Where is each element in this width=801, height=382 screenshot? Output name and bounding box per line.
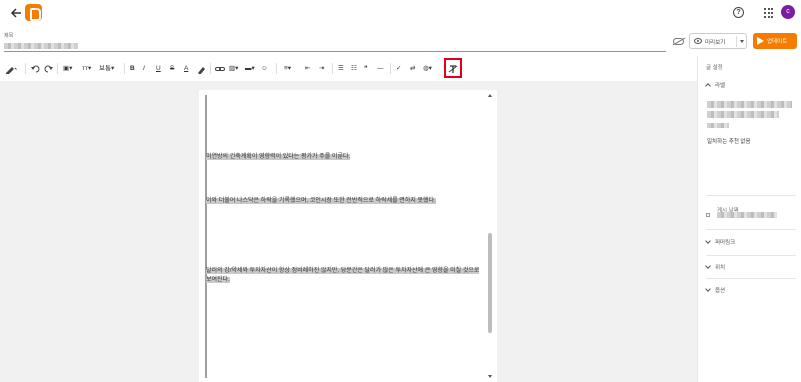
toolbar-divider xyxy=(124,63,125,74)
align-icon[interactable]: ≡▾ xyxy=(284,64,291,74)
toolbar-divider xyxy=(276,63,277,74)
toolbar-divider xyxy=(57,63,58,74)
italic-button[interactable]: I xyxy=(143,64,145,74)
back-arrow-icon[interactable] xyxy=(10,7,22,19)
font-dropdown[interactable]: 보통▾ xyxy=(99,64,121,74)
options-label: 옵션 xyxy=(715,288,726,294)
font-size-icon[interactable]: ᴛᴛ▾ xyxy=(82,64,94,74)
preview-dropdown-icon[interactable] xyxy=(740,40,744,43)
toolbar-divider xyxy=(390,63,391,74)
update-label: 업데이트 xyxy=(767,39,788,45)
preview-divider xyxy=(736,36,737,47)
chevron-up-icon xyxy=(705,83,711,89)
underline-button[interactable]: U xyxy=(156,64,161,74)
no-match-suggestion: 일치하는 추천 없음 xyxy=(707,139,751,145)
chevron-down-icon xyxy=(705,263,711,269)
emoji-icon[interactable]: ☺ xyxy=(261,64,268,74)
post-settings-sidebar: 글 설정 라벨 일치하는 추천 없음 게시 날짜 퍼머링크 위치 옵션 xyxy=(697,56,801,382)
bold-button[interactable]: B xyxy=(130,64,135,74)
location-label: 위치 xyxy=(715,265,726,271)
editor-page[interactable] xyxy=(199,90,497,382)
cloud-off-icon xyxy=(673,38,684,45)
paragraph-2-text: 이와 더불어 나스닥은 하락을 기록했으며, 코인시장 또한 전반적으로 하락세… xyxy=(206,198,436,204)
toolbar-divider xyxy=(210,63,211,74)
permalink-label: 퍼머링크 xyxy=(715,240,736,246)
redacted-labels xyxy=(707,123,729,128)
toolbar-divider xyxy=(25,63,26,74)
sidebar-divider xyxy=(706,195,796,196)
user-avatar[interactable]: c xyxy=(781,5,795,19)
horizontal-line-icon[interactable]: — xyxy=(377,64,384,74)
font-label: 보통 xyxy=(99,65,111,72)
redacted-labels xyxy=(707,111,779,118)
indent-increase-icon[interactable]: ⇥ xyxy=(319,64,324,74)
sidebar-divider xyxy=(706,229,796,230)
paragraph-style-icon[interactable]: ▣▾ xyxy=(63,64,75,74)
send-icon xyxy=(757,37,764,45)
editor-toolbar: ▣▾ ᴛᴛ▾ 보통▾ B I U S A ▨▾ ▬▾ ☺ ≡▾ ⇤ ⇥ ☰ ☷ … xyxy=(0,59,697,79)
text-direction-icon[interactable]: ⇄ xyxy=(410,64,415,74)
paragraph-3[interactable]: 달러의 강/약세와 투자자산이 항상 정비례하진 않지만, 당분간은 달러가 많… xyxy=(206,267,484,285)
paragraph-1[interactable]: 미연방의 긴축계획이 영향력이 있다는 평가가 주를 이룬다. xyxy=(206,153,476,162)
eye-icon xyxy=(694,38,702,44)
labels-section[interactable]: 라벨 xyxy=(705,81,726,89)
apps-grid-icon[interactable] xyxy=(764,8,774,18)
location-section[interactable]: 위치 xyxy=(705,263,726,271)
quote-icon[interactable]: ❝ xyxy=(364,64,368,74)
editor-scrollbar[interactable] xyxy=(487,94,493,378)
preview-label: 미리보기 xyxy=(705,40,726,46)
highlight-annotation-box xyxy=(444,58,462,78)
highlight-pen-icon[interactable] xyxy=(197,64,206,74)
options-section[interactable]: 옵션 xyxy=(705,286,726,294)
paragraph-2[interactable]: 이와 더불어 나스닥은 하락을 기록했으며, 코인시장 또한 전반적으로 하락세… xyxy=(206,197,484,206)
redo-icon[interactable] xyxy=(44,64,53,74)
indent-decrease-icon[interactable]: ⇤ xyxy=(305,64,310,74)
redacted-labels xyxy=(707,101,792,108)
bulleted-list-icon[interactable]: ☰ xyxy=(338,64,344,74)
blogger-logo-icon[interactable] xyxy=(25,4,42,21)
redacted-title-text xyxy=(4,43,78,49)
pen-mode-icon[interactable] xyxy=(5,64,17,74)
help-icon[interactable]: ? xyxy=(733,7,744,18)
scroll-down-icon[interactable] xyxy=(488,375,492,378)
undo-icon[interactable] xyxy=(31,64,40,74)
preview-button[interactable]: 미리보기 xyxy=(689,33,747,49)
update-button[interactable]: 업데이트 xyxy=(753,33,797,49)
sidebar-divider xyxy=(706,278,796,279)
numbered-list-icon[interactable]: ☷ xyxy=(351,64,357,74)
sidebar-divider xyxy=(706,255,796,256)
redacted-date xyxy=(717,212,777,218)
video-insert-icon[interactable]: ▬▾ xyxy=(245,64,255,74)
spellcheck-icon[interactable]: ✓ xyxy=(396,64,401,74)
calendar-icon xyxy=(706,213,710,217)
chevron-down-icon xyxy=(705,286,711,292)
language-icon[interactable]: ◍▾ xyxy=(423,64,432,74)
scroll-up-icon[interactable] xyxy=(488,94,492,97)
image-insert-icon[interactable]: ▨▾ xyxy=(229,64,238,74)
text-color-button[interactable]: A xyxy=(184,64,188,74)
post-title-input[interactable] xyxy=(4,41,666,52)
link-icon[interactable] xyxy=(215,64,225,74)
text-cursor-bar xyxy=(205,95,207,378)
labels-section-label: 라벨 xyxy=(715,83,726,89)
strikethrough-button[interactable]: S xyxy=(170,64,174,74)
toolbar-divider xyxy=(332,63,333,74)
paragraph-1-text: 미연방의 긴축계획이 영향력이 있다는 평가가 주를 이룬다. xyxy=(206,154,351,160)
top-bar: ? c xyxy=(0,0,801,28)
paragraph-3-text: 달러의 강/약세와 투자자산이 항상 정비례하진 않지만, 당분간은 달러가 많… xyxy=(206,268,480,283)
chevron-down-icon xyxy=(705,238,711,244)
scroll-thumb[interactable] xyxy=(488,233,492,333)
permalink-section[interactable]: 퍼머링크 xyxy=(705,238,736,246)
sidebar-title: 글 설정 xyxy=(706,65,723,71)
title-label: 제목 xyxy=(4,33,14,39)
